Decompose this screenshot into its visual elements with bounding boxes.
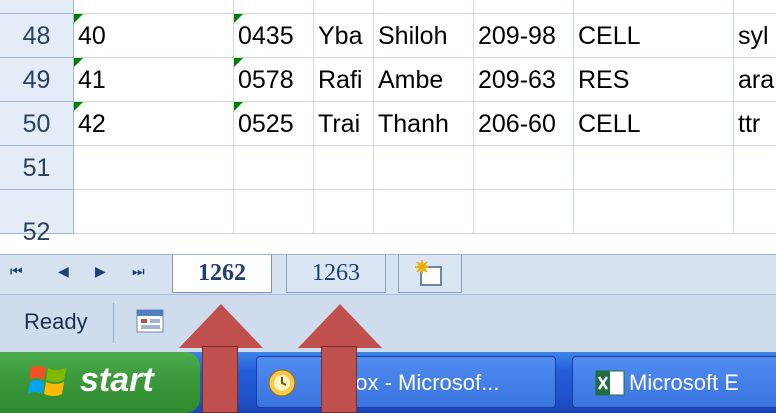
- cell[interactable]: Thanh: [374, 102, 474, 146]
- arrow-shaft: [321, 346, 357, 413]
- cell[interactable]: [74, 190, 234, 234]
- row-header[interactable]: 48: [0, 14, 74, 58]
- table-row: 48 40 0435 Yba Shiloh 209-98 CELL syl: [0, 14, 776, 58]
- cell[interactable]: [374, 146, 474, 190]
- sheet-tab-bar: ⏮ ◀ ▶ ⏭ 1262 1263: [0, 254, 776, 295]
- cell[interactable]: ara: [734, 58, 776, 102]
- row-header[interactable]: 51: [0, 146, 74, 190]
- row-header[interactable]: 50: [0, 102, 74, 146]
- row-header[interactable]: 49: [0, 58, 74, 102]
- record-macro-icon[interactable]: [136, 309, 164, 333]
- cell[interactable]: [314, 0, 374, 14]
- cell[interactable]: [474, 190, 574, 234]
- start-button[interactable]: start: [0, 352, 200, 413]
- prev-sheet-button[interactable]: ◀: [58, 263, 69, 280]
- cell[interactable]: 0435: [234, 14, 314, 58]
- last-sheet-button[interactable]: ⏭: [132, 263, 145, 280]
- status-divider: [113, 303, 114, 343]
- tab-1262[interactable]: 1262: [172, 255, 272, 293]
- spreadsheet-grid[interactable]: 48 40 0435 Yba Shiloh 209-98 CELL syl 49…: [0, 0, 776, 254]
- cell[interactable]: [734, 146, 776, 190]
- taskbar-button-label: Microsoft E: [629, 370, 740, 395]
- cell[interactable]: [574, 0, 734, 14]
- excel-icon: [595, 370, 625, 396]
- table-row: 50 42 0525 Trai Thanh 206-60 CELL ttr: [0, 102, 776, 146]
- outlook-icon: [268, 369, 296, 397]
- cell[interactable]: Shiloh: [374, 14, 474, 58]
- taskbar-button-outlook[interactable]: box - Microsof...: [256, 356, 556, 408]
- cell[interactable]: 41: [74, 58, 234, 102]
- cell[interactable]: ttr: [734, 102, 776, 146]
- cell[interactable]: [74, 0, 234, 14]
- windows-taskbar: start box - Microsof... Microsoft E: [0, 352, 776, 413]
- taskbar-button-excel[interactable]: Microsoft E: [572, 356, 776, 408]
- cell[interactable]: [314, 190, 374, 234]
- table-row: 52: [0, 190, 776, 246]
- cell[interactable]: Rafi: [314, 58, 374, 102]
- cell[interactable]: CELL: [574, 102, 734, 146]
- cell[interactable]: [374, 0, 474, 14]
- windows-logo-icon: [28, 366, 66, 396]
- cell[interactable]: 209-63: [474, 58, 574, 102]
- cell[interactable]: [374, 190, 474, 234]
- cell[interactable]: [314, 146, 374, 190]
- insert-sheet-icon: [415, 260, 442, 286]
- table-row: 49 41 0578 Rafi Ambe 209-63 RES ara: [0, 58, 776, 102]
- start-label: start: [80, 361, 154, 399]
- table-row: [0, 0, 776, 14]
- cell[interactable]: [574, 190, 734, 234]
- status-text: Ready: [24, 309, 88, 334]
- cell[interactable]: [734, 0, 776, 14]
- cell[interactable]: [234, 190, 314, 234]
- cell[interactable]: [74, 146, 234, 190]
- cell[interactable]: [474, 146, 574, 190]
- cell[interactable]: syl: [734, 14, 776, 58]
- cell[interactable]: 42: [74, 102, 234, 146]
- cell[interactable]: RES: [574, 58, 734, 102]
- arrow-head: [298, 304, 382, 348]
- cell[interactable]: 0578: [234, 58, 314, 102]
- first-sheet-button[interactable]: ⏮: [10, 263, 23, 280]
- tab-1263[interactable]: 1263: [286, 255, 386, 293]
- cell[interactable]: Ambe: [374, 58, 474, 102]
- arrow-head: [179, 304, 263, 348]
- taskbar-button-label: box - Microsof...: [343, 370, 500, 395]
- status-bar: Ready: [0, 294, 776, 353]
- cell[interactable]: Trai: [314, 102, 374, 146]
- cell[interactable]: 206-60: [474, 102, 574, 146]
- cell[interactable]: 0525: [234, 102, 314, 146]
- cell[interactable]: 40: [74, 14, 234, 58]
- cell[interactable]: CELL: [574, 14, 734, 58]
- row-header[interactable]: [0, 0, 74, 14]
- row-header[interactable]: 52: [0, 190, 74, 246]
- cell[interactable]: [234, 146, 314, 190]
- cell[interactable]: 209-98: [474, 14, 574, 58]
- cell[interactable]: [234, 0, 314, 14]
- insert-sheet-tab[interactable]: [398, 255, 462, 293]
- cell[interactable]: [734, 190, 776, 234]
- cell[interactable]: [574, 146, 734, 190]
- table-row: 51: [0, 146, 776, 190]
- cell[interactable]: Yba: [314, 14, 374, 58]
- cell[interactable]: [474, 0, 574, 14]
- arrow-shaft: [202, 346, 238, 413]
- next-sheet-button[interactable]: ▶: [95, 263, 106, 280]
